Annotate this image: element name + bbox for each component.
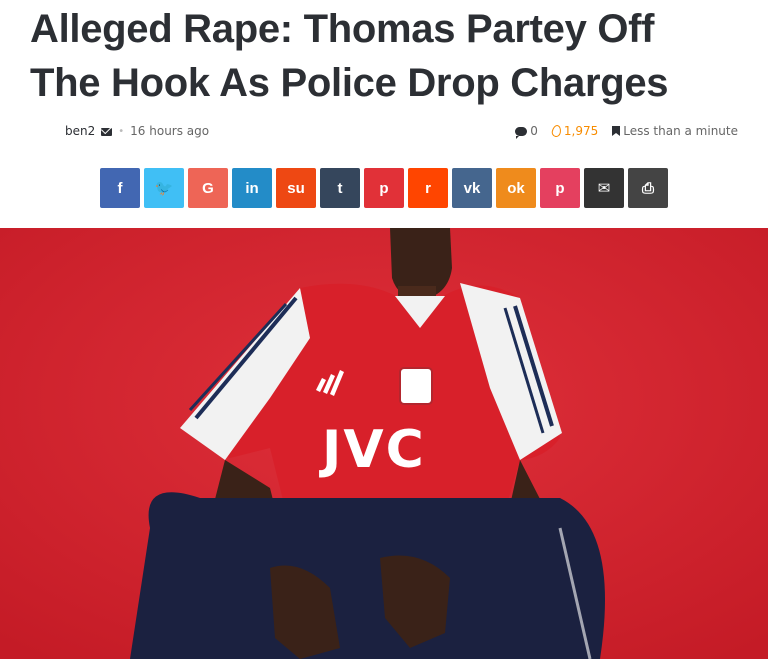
comments-value: 0 <box>530 124 538 138</box>
comment-icon <box>515 126 528 139</box>
google-icon: G <box>202 179 214 197</box>
share-odnoklassniki-button[interactable]: ok <box>496 168 536 208</box>
tumblr-icon: t <box>337 179 343 197</box>
share-google-button[interactable]: G <box>188 168 228 208</box>
share-reddit-button[interactable]: r <box>408 168 448 208</box>
share-print-button[interactable]: ⎙ <box>628 168 668 208</box>
post-meta-right: 0 1,975 Less than a minute <box>515 124 738 139</box>
reading-time: Less than a minute <box>612 124 738 138</box>
flame-icon <box>550 124 563 138</box>
comments-count[interactable]: 0 <box>515 124 538 139</box>
facebook-icon: f <box>117 179 123 197</box>
odnoklassniki-icon: ok <box>507 179 525 197</box>
share-vk-button[interactable]: vk <box>452 168 492 208</box>
print-icon: ⎙ <box>641 179 654 197</box>
share-tumblr-button[interactable]: t <box>320 168 360 208</box>
envelope-icon[interactable] <box>101 128 113 136</box>
post-title-line-1: Alleged Rape: Thomas Partey Off <box>30 7 655 51</box>
vk-icon: vk <box>463 179 481 197</box>
share-twitter-button[interactable]: 🐦 <box>144 168 184 208</box>
post-title: Alleged Rape: Thomas Partey Off The Hook… <box>30 2 750 110</box>
views-value: 1,975 <box>563 124 599 138</box>
post-meta: ben2 • 16 hours ago 0 1,975 Less than a … <box>30 124 740 142</box>
share-linkedin-button[interactable]: in <box>232 168 272 208</box>
share-buttons: f 🐦 Gin su t p r vk ok p ✉ ⎙ <box>100 168 668 208</box>
share-facebook-button[interactable]: f <box>100 168 140 208</box>
share-email-button[interactable]: ✉ <box>584 168 624 208</box>
post-meta-left: ben2 • 16 hours ago <box>65 124 209 138</box>
article-header: Alleged Rape: Thomas Partey Off The Hook… <box>30 0 750 110</box>
share-pinterest-button[interactable]: p <box>364 168 404 208</box>
linkedin-icon: in <box>245 179 259 197</box>
twitter-icon: 🐦 <box>154 180 174 197</box>
reddit-icon: r <box>425 179 431 197</box>
author-link[interactable]: ben2 <box>65 124 95 138</box>
bookmark-icon <box>612 126 621 136</box>
pocket-icon: p <box>555 179 565 197</box>
views-count: 1,975 <box>550 124 599 138</box>
post-date: 16 hours ago <box>130 124 210 138</box>
email-icon: ✉ <box>597 180 611 197</box>
pinterest-icon: p <box>379 179 389 197</box>
share-pocket-button[interactable]: p <box>540 168 580 208</box>
share-stumbleupon-button[interactable]: su <box>276 168 316 208</box>
stumbleupon-icon: su <box>287 179 305 197</box>
reading-time-value: Less than a minute <box>623 124 738 138</box>
featured-image: JVC <box>0 228 768 659</box>
meta-separator: • <box>118 125 125 137</box>
post-title-line-2: The Hook As Police Drop Charges <box>30 61 669 105</box>
shirt-sponsor-text: JVC <box>322 420 426 480</box>
